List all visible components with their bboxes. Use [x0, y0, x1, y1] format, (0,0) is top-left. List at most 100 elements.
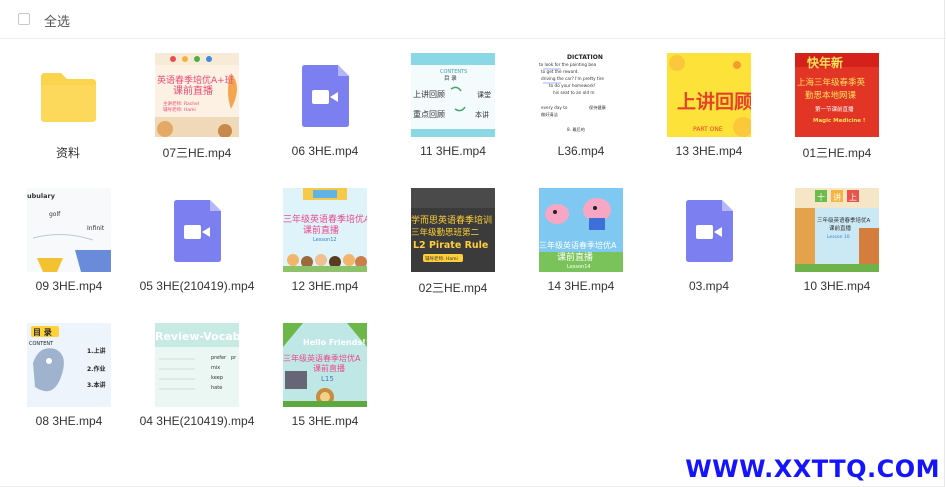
folder-icon: [26, 53, 110, 137]
thumb-subtitle: 课前直播: [829, 224, 852, 232]
thumb-text: 做好清洁: [541, 111, 558, 118]
thumb-text: keep: [211, 375, 223, 381]
file-item[interactable]: 学而思英语春季培训 三年级勤思班第二 L2 Pirate Rule 辅导老师: …: [389, 175, 517, 295]
thumb-text: to look for the painting bea: [539, 62, 597, 67]
file-name: 09 3HE.mp4: [35, 279, 103, 293]
file-name: 03.mp4: [688, 279, 730, 293]
thumb-subtitle: 课前直播: [313, 363, 345, 373]
video-thumbnail: 目 录 CONTENT 1.上讲 2.作业 3.本讲: [27, 323, 111, 407]
file-name: 04 3HE(210419).mp4: [139, 414, 255, 428]
video-thumbnail: 英语春季培优A+班 课前直播 主讲老师: Rachel 辅导老师: Hami: [155, 53, 239, 137]
file-name: 15 3HE.mp4: [291, 414, 359, 428]
video-thumbnail: 学而思英语春季培训 三年级勤思班第二 L2 Pirate Rule 辅导老师: …: [411, 188, 495, 272]
thumb-text: 讲: [833, 192, 841, 202]
video-file-icon: [283, 53, 367, 137]
thumb-text: 目 录: [444, 74, 457, 82]
thumb-text: 上海三年级春季英: [797, 77, 866, 88]
select-all-label[interactable]: 全选: [44, 11, 70, 30]
file-item[interactable]: 英语春季培优A+班 课前直播 主讲老师: Rachel 辅导老师: Hami 0…: [133, 40, 261, 160]
thumb-title: 三年级英语春季培优A: [539, 240, 617, 250]
file-item[interactable]: 06 3HE.mp4: [261, 40, 389, 160]
thumb-title: 三年级英语春季培优A: [817, 216, 871, 224]
thumb-text: 上讲回顾: [413, 89, 445, 99]
thumb-text: 课堂: [477, 90, 491, 99]
thumb-text: prefer: [211, 355, 227, 361]
file-item[interactable]: 资料: [4, 40, 132, 160]
thumb-text: 十: [817, 192, 825, 202]
thumb-title: ubulary: [27, 192, 56, 200]
thumb-title: 三年级英语春季培优A: [283, 213, 367, 225]
thumb-text: 本讲: [475, 110, 489, 119]
thumb-text: 8. 最后的: [567, 126, 585, 133]
video-file-icon: [667, 188, 751, 272]
thumb-text: 三年级英语春季培优A: [283, 353, 361, 363]
file-name: 13 3HE.mp4: [675, 144, 743, 158]
thumb-text: Lesson14: [567, 264, 591, 270]
file-name: 11 3HE.mp4: [420, 144, 486, 158]
thumb-text: L2 Pirate Rule: [413, 240, 488, 251]
file-item[interactable]: Review-Vocabul prefer pr mix keep hate 0…: [133, 310, 261, 430]
file-item[interactable]: DICTATION to look for the painting bea t…: [517, 40, 645, 160]
file-item[interactable]: ubulary golf Infinit 09 3HE.mp4: [5, 175, 133, 295]
video-thumbnail: CONTENTS 目 录 上讲回顾 课堂 重点回顾 本讲: [411, 53, 495, 137]
site-watermark: WWW.XXTTQ.COM: [685, 455, 940, 483]
thumb-text: 保持健康: [589, 104, 607, 111]
thumb-text: 勤思本地网课: [805, 90, 857, 101]
thumb-text: to get the reward.: [541, 69, 579, 74]
thumb-text: Lesson 10: [827, 234, 850, 240]
file-item[interactable]: 三年级英语春季培优A 课前直播 Lesson14 14 3HE.mp4: [517, 175, 645, 295]
file-name: 01三HE.mp4: [802, 146, 872, 160]
thumb-subtitle: 课前直播: [557, 251, 593, 263]
thumb-title: 学而思英语春季培训: [411, 214, 492, 226]
video-thumbnail: 上讲回顾 PART ONE: [667, 53, 751, 137]
thumb-text: to do your homework!: [549, 83, 596, 88]
video-thumbnail: 快年新 上海三年级春季英 勤思本地网课 第一节课前直播 Magic Medici…: [795, 53, 879, 137]
file-name: 12 3HE.mp4: [291, 279, 359, 293]
thumb-assistant: 辅导老师: Hami: [163, 106, 196, 113]
thumb-text: his seat to an old m: [553, 90, 595, 95]
file-item[interactable]: 03.mp4: [645, 175, 773, 295]
thumb-title: CONTENTS: [440, 69, 467, 75]
thumb-text: 三年级勤思班第二: [411, 227, 480, 238]
thumb-text: hate: [211, 385, 222, 391]
thumb-text: 1.上讲: [87, 347, 105, 355]
thumb-title: DICTATION: [567, 54, 603, 61]
video-thumbnail: 三年级英语春季培优A 课前直播 Lesson12: [283, 188, 367, 272]
thumb-text: 辅导老师: Hami: [425, 255, 458, 262]
video-thumbnail: 十 讲 上 三年级英语春季培优A 课前直播 Lesson 10: [795, 188, 879, 272]
video-thumbnail: 三年级英语春季培优A 课前直播 Lesson14: [539, 188, 623, 272]
video-thumbnail: Review-Vocabul prefer pr mix keep hate: [155, 323, 239, 407]
file-name: 08 3HE.mp4: [35, 414, 103, 428]
thumb-teacher: 主讲老师: Rachel: [163, 100, 199, 107]
toolbar: 全选: [0, 0, 946, 39]
select-all-checkbox[interactable]: [18, 13, 30, 25]
thumb-title: 目 录: [33, 328, 52, 337]
file-name: 10 3HE.mp4: [803, 279, 871, 293]
file-name: L36.mp4: [557, 144, 605, 158]
file-name: 05 3HE(210419).mp4: [139, 279, 255, 293]
file-item[interactable]: Hello Friends!! 三年级英语春季培优A 课前直播 L15 15 3…: [261, 310, 389, 430]
thumb-text: 第一节课前直播: [815, 105, 854, 113]
thumb-title: Review-Vocabul: [155, 330, 239, 343]
thumb-text: mix: [211, 365, 220, 371]
file-item[interactable]: 十 讲 上 三年级英语春季培优A 课前直播 Lesson 10 10 3HE.m…: [773, 175, 901, 295]
file-item[interactable]: CONTENTS 目 录 上讲回顾 课堂 重点回顾 本讲 11 3HE.mp4: [389, 40, 517, 160]
video-thumbnail: DICTATION to look for the painting bea t…: [539, 53, 623, 137]
thumb-title: 英语春季培优A+班: [157, 74, 234, 86]
file-name: 14 3HE.mp4: [547, 279, 615, 293]
file-item[interactable]: 三年级英语春季培优A 课前直播 Lesson12 12 3HE.mp4: [261, 175, 389, 295]
file-item[interactable]: 05 3HE(210419).mp4: [133, 175, 261, 295]
file-item[interactable]: 上讲回顾 PART ONE 13 3HE.mp4: [645, 40, 773, 160]
thumb-title: Hello Friends!!: [303, 338, 367, 347]
file-name: 资料: [55, 146, 80, 160]
video-file-icon: [155, 188, 239, 272]
file-name: 02三HE.mp4: [418, 281, 488, 295]
thumb-subtitle: PART ONE: [693, 126, 723, 133]
file-name: 06 3HE.mp4: [291, 144, 359, 158]
file-item[interactable]: 目 录 CONTENT 1.上讲 2.作业 3.本讲 08 3HE.mp4: [5, 310, 133, 430]
thumb-title: 上讲回顾: [677, 90, 751, 113]
thumb-text: driving the car? I'm pretty tire: [541, 76, 604, 81]
file-item[interactable]: 快年新 上海三年级春季英 勤思本地网课 第一节课前直播 Magic Medici…: [773, 40, 901, 160]
thumb-text: 3.本讲: [87, 381, 105, 389]
thumb-title: 快年新: [807, 55, 843, 70]
